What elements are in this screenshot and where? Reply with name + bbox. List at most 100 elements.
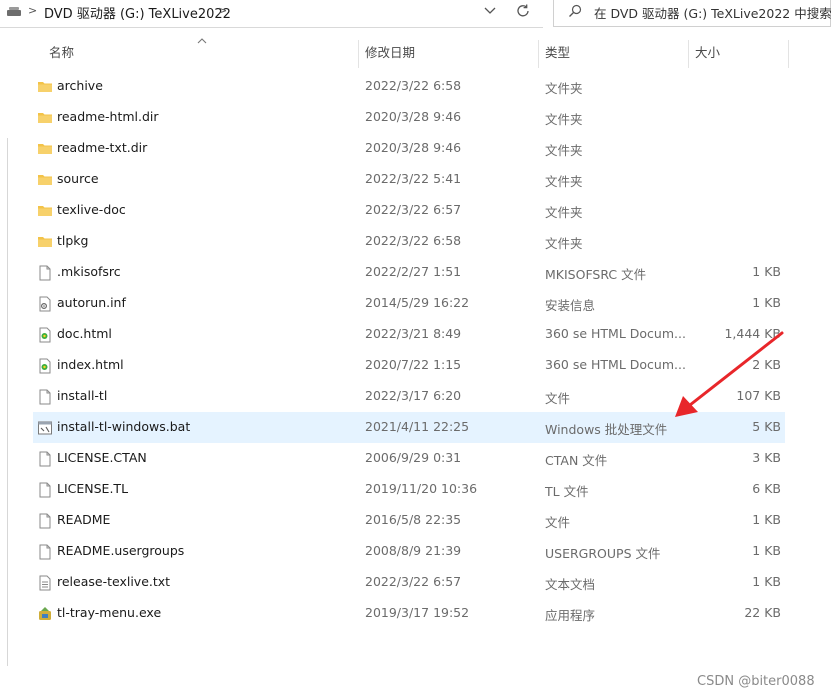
address-bar[interactable]: > DVD 驱动器 (G:) TeXLive2022 >	[0, 0, 543, 28]
file-size: 1 KB	[752, 543, 781, 558]
address-bar-area: > DVD 驱动器 (G:) TeXLive2022 > 在 DVD 驱动器 (…	[0, 0, 833, 28]
file-size: 1,444 KB	[724, 326, 781, 341]
file-type: 文件夹	[545, 143, 583, 158]
file-modified-date: 2014/5/29 16:22	[365, 295, 470, 310]
file-row-archive[interactable]: archive 2022/3/22 6:58 文件夹	[33, 71, 785, 102]
file-row-readme-usergroups[interactable]: README.usergroups 2008/8/9 21:39 USERGROUP…	[33, 536, 785, 567]
column-divider[interactable]	[358, 40, 359, 68]
file-icon	[37, 389, 53, 405]
file-size: 6 KB	[752, 481, 781, 496]
chevron-right-icon[interactable]: >	[218, 4, 227, 17]
file-row-install-tl[interactable]: install-tl 2022/3/17 6:20 文件 107 KB	[33, 381, 785, 412]
file-size: 1 KB	[752, 512, 781, 527]
file-row-texlive-doc[interactable]: texlive-doc 2022/3/22 6:57 文件夹	[33, 195, 785, 226]
file-type: 文本文档	[545, 577, 596, 592]
file-row-autorun-inf[interactable]: autorun.inf 2014/5/29 16:22 安装信息 1 KB	[33, 288, 785, 319]
file-row-tlpkg[interactable]: tlpkg 2022/3/22 6:58 文件夹	[33, 226, 785, 257]
file-name: texlive-doc	[57, 202, 126, 217]
file-type: 应用程序	[545, 608, 596, 623]
file-modified-date: 2022/3/22 6:57	[365, 202, 462, 217]
folder-icon	[37, 110, 53, 126]
file-name: tl-tray-menu.exe	[57, 605, 162, 620]
file-name: autorun.inf	[57, 295, 126, 310]
file-row-install-tl-windows-bat[interactable]: install-tl-windows.bat 2021/4/11 22:25 Win…	[33, 412, 785, 443]
search-placeholder: 在 DVD 驱动器 (G:) TeXLive2022 中搜索	[594, 6, 832, 21]
file-icon	[37, 265, 53, 281]
file-modified-date: 2006/9/29 0:31	[365, 450, 462, 465]
file-modified-date: 2022/3/22 5:41	[365, 171, 462, 186]
file-list: archive 2022/3/22 6:58 文件夹 readme-html.dir 2…	[33, 71, 785, 629]
file-row-readme-txt-dir[interactable]: readme-txt.dir 2020/3/28 9:46 文件夹	[33, 133, 785, 164]
file-row-license-tl[interactable]: LICENSE.TL 2019/11/20 10:36 TL 文件 6 KB	[33, 474, 785, 505]
refresh-icon[interactable]	[514, 2, 532, 20]
file-type: 安装信息	[545, 298, 596, 313]
folder-icon	[37, 79, 53, 95]
file-name: .mkisofsrc	[57, 264, 121, 279]
text-file-icon	[37, 575, 53, 591]
watermark-text: CSDN @biter0088	[697, 674, 815, 689]
search-input[interactable]: 在 DVD 驱动器 (G:) TeXLive2022 中搜索	[553, 0, 832, 27]
file-name: install-tl-windows.bat	[57, 419, 191, 434]
file-type: USERGROUPS 文件	[545, 546, 661, 561]
search-icon	[569, 4, 582, 17]
file-row-mkisofsrc[interactable]: .mkisofsrc 2022/2/27 1:51 MKISOFSRC 文件 1 KB	[33, 257, 785, 288]
scrollbar-track[interactable]	[7, 138, 8, 666]
file-type: 文件夹	[545, 236, 583, 251]
file-type: 360 se HTML Docum...	[545, 357, 686, 372]
file-size: 1 KB	[752, 264, 781, 279]
column-headers: 名称 修改日期 类型 大小	[30, 38, 790, 70]
file-row-readme[interactable]: README 2016/5/8 22:35 文件 1 KB	[33, 505, 785, 536]
file-row-readme-html-dir[interactable]: readme-html.dir 2020/3/28 9:46 文件夹	[33, 102, 785, 133]
folder-icon	[37, 141, 53, 157]
file-modified-date: 2020/3/28 9:46	[365, 140, 462, 155]
folder-icon	[37, 172, 53, 188]
column-divider[interactable]	[688, 40, 689, 68]
file-row-release-texlive-txt[interactable]: release-texlive.txt 2022/3/22 6:57 文本文档 1 K…	[33, 567, 785, 598]
file-size: 1 KB	[752, 574, 781, 589]
file-modified-date: 2019/11/20 10:36	[365, 481, 478, 496]
column-header-type[interactable]: 类型	[545, 38, 570, 68]
file-name: index.html	[57, 357, 124, 372]
file-row-license-ctan[interactable]: LICENSE.CTAN 2006/9/29 0:31 CTAN 文件 3 KB	[33, 443, 785, 474]
column-header-name[interactable]: 名称	[49, 38, 74, 68]
column-header-date[interactable]: 修改日期	[365, 38, 415, 68]
chevron-right-icon[interactable]: >	[28, 4, 37, 17]
file-type: Windows 批处理文件	[545, 422, 668, 437]
file-icon	[37, 482, 53, 498]
file-modified-date: 2022/3/17 6:20	[365, 388, 462, 403]
file-row-source[interactable]: source 2022/3/22 5:41 文件夹	[33, 164, 785, 195]
file-type: CTAN 文件	[545, 453, 608, 468]
file-row-tl-tray-menu-exe[interactable]: tl-tray-menu.exe 2019/3/17 19:52 应用程序 22 KB	[33, 598, 785, 629]
column-divider[interactable]	[538, 40, 539, 68]
file-name: install-tl	[57, 388, 108, 403]
sort-ascending-icon[interactable]	[197, 37, 207, 45]
file-modified-date: 2022/3/22 6:58	[365, 233, 462, 248]
file-type: 360 se HTML Docum...	[545, 326, 686, 341]
chevron-down-icon[interactable]	[482, 2, 498, 20]
breadcrumb-current[interactable]: DVD 驱动器 (G:) TeXLive2022	[44, 3, 231, 22]
file-modified-date: 2021/4/11 22:25	[365, 419, 470, 434]
file-size: 22 KB	[744, 605, 781, 620]
file-name: tlpkg	[57, 233, 89, 248]
column-divider[interactable]	[788, 40, 789, 68]
batch-file-icon	[37, 420, 53, 436]
file-modified-date: 2019/3/17 19:52	[365, 605, 470, 620]
file-name: readme-html.dir	[57, 109, 159, 124]
file-type: 文件夹	[545, 205, 583, 220]
file-row-index-html[interactable]: index.html 2020/7/22 1:15 360 se HTML Docu…	[33, 350, 785, 381]
file-modified-date: 2020/7/22 1:15	[365, 357, 462, 372]
column-header-size[interactable]: 大小	[695, 38, 720, 68]
drive-icon	[7, 7, 21, 16]
file-modified-date: 2022/3/21 8:49	[365, 326, 462, 341]
file-type: MKISOFSRC 文件	[545, 267, 647, 282]
file-type: 文件	[545, 515, 571, 530]
file-type: 文件夹	[545, 174, 583, 189]
file-type: 文件	[545, 391, 571, 406]
file-row-doc-html[interactable]: doc.html 2022/3/21 8:49 360 se HTML Docum.…	[33, 319, 785, 350]
file-type: TL 文件	[545, 484, 589, 499]
file-name: LICENSE.CTAN	[57, 450, 147, 465]
folder-icon	[37, 203, 53, 219]
file-size: 5 KB	[752, 419, 781, 434]
file-icon	[37, 513, 53, 529]
file-name: readme-txt.dir	[57, 140, 148, 155]
